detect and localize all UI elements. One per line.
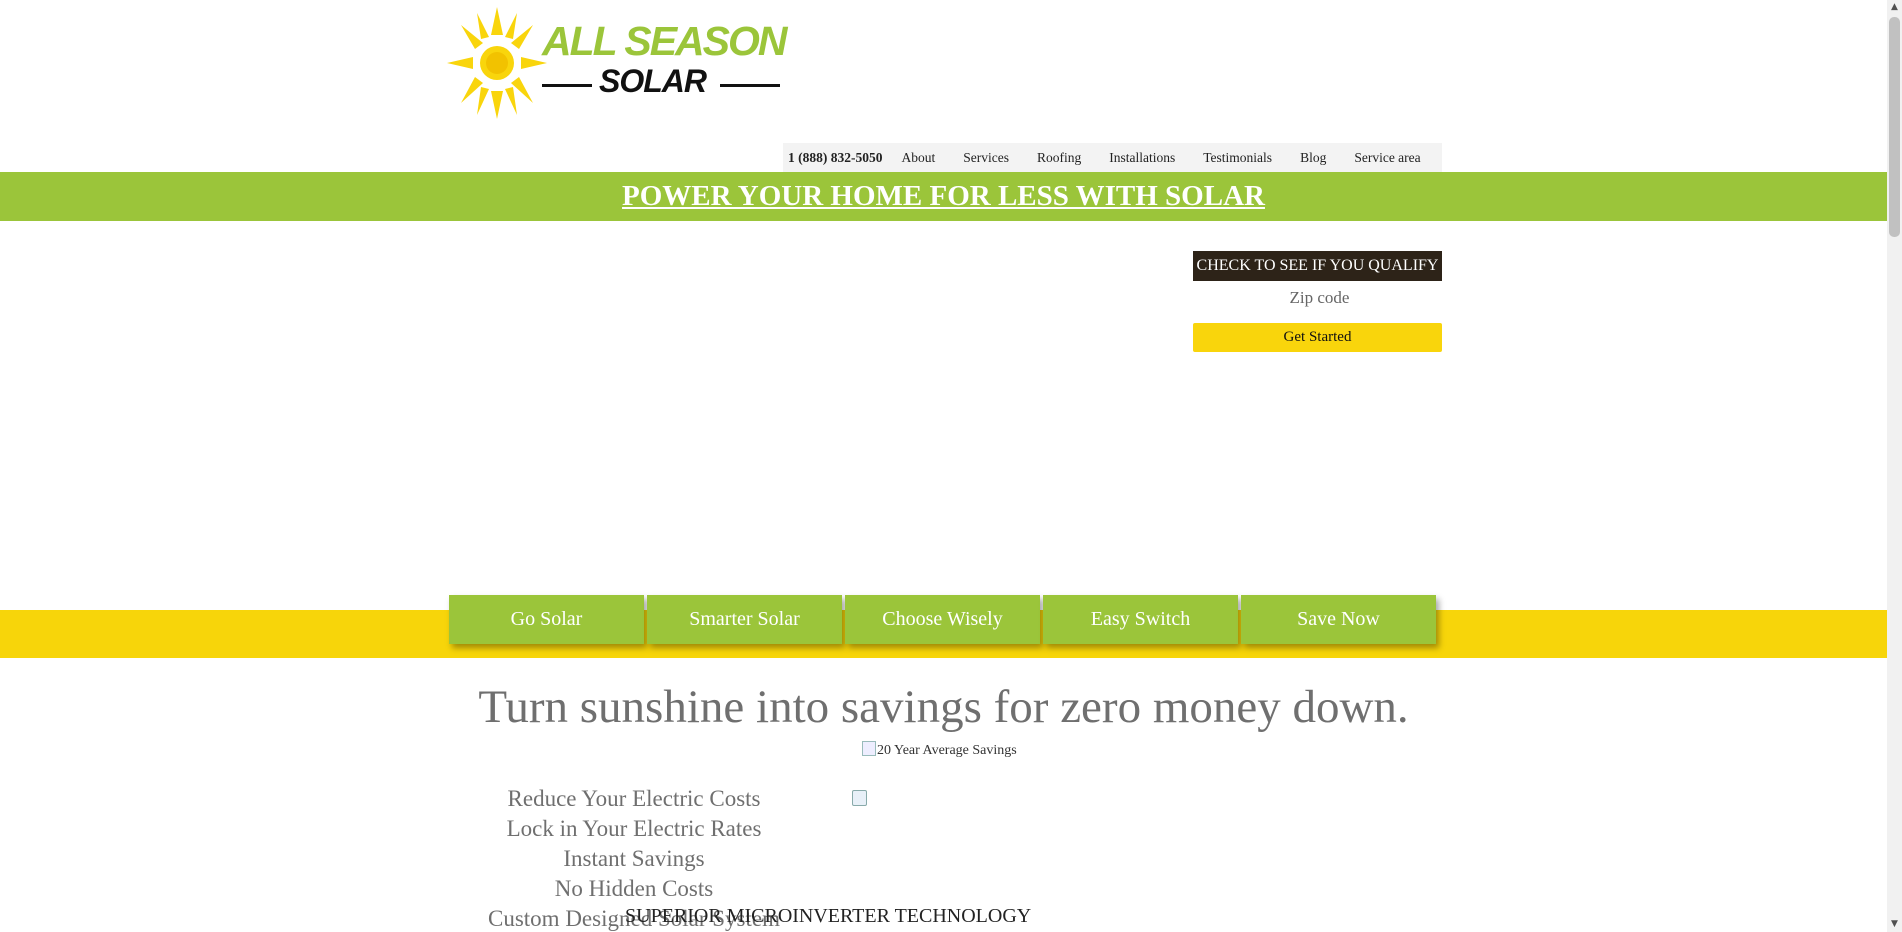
logo-text-solar: SOLAR (599, 63, 707, 99)
nav-item-about[interactable]: About (902, 150, 936, 166)
tab-choose-wisely[interactable]: Choose Wisely (845, 595, 1040, 644)
nav-item-services[interactable]: Services (963, 150, 1009, 166)
logo-divider-left (542, 84, 592, 87)
scroll-up-arrow-icon[interactable]: ▲ (1887, 0, 1902, 15)
nav-item-blog[interactable]: Blog (1300, 150, 1326, 166)
qualify-heading: CHECK TO SEE IF YOU QUALIFY (1193, 251, 1442, 281)
top-nav: 1 (888) 832-5050 About Services Roofing … (783, 143, 1442, 172)
tab-save-now[interactable]: Save Now (1241, 595, 1436, 644)
scrollbar-thumb[interactable] (1889, 17, 1900, 237)
broken-image-icon (852, 790, 867, 806)
get-started-button[interactable]: Get Started (1193, 323, 1442, 352)
average-savings-image: 20 Year Average Savings (862, 741, 1017, 759)
broken-image-icon (862, 741, 876, 756)
phone-number-link[interactable]: 1 (888) 832-5050 (788, 150, 883, 166)
nav-item-installations[interactable]: Installations (1109, 150, 1175, 166)
benefit-item: Instant Savings (563, 846, 705, 871)
nav-item-roofing[interactable]: Roofing (1037, 150, 1081, 166)
tab-go-solar[interactable]: Go Solar (449, 595, 644, 644)
benefit-item: Lock in Your Electric Rates (506, 816, 762, 841)
average-savings-alt-text: 20 Year Average Savings (877, 743, 1017, 758)
sun-logo-icon (447, 7, 547, 119)
vertical-scrollbar[interactable]: ▲ ▼ (1887, 0, 1902, 932)
scroll-down-arrow-icon[interactable]: ▼ (1887, 917, 1902, 932)
logo-text-all-season: ALL SEASON (542, 18, 787, 64)
benefit-item: No Hidden Costs (554, 876, 714, 901)
logo-divider-right (720, 84, 780, 87)
tab-smarter-solar[interactable]: Smarter Solar (647, 595, 842, 644)
site-logo[interactable]: ALL SEASON SOLAR (447, 5, 787, 125)
benefit-item: Reduce Your Electric Costs (507, 786, 761, 811)
microinverter-heading: SUPERIOR MICROINVERTER TECHNOLOGY (625, 905, 1032, 927)
nav-item-service-area[interactable]: Service area (1354, 150, 1420, 166)
nav-item-testimonials[interactable]: Testimonials (1203, 150, 1272, 166)
promo-banner: POWER YOUR HOME FOR LESS WITH SOLAR (0, 172, 1887, 221)
promo-banner-link[interactable]: POWER YOUR HOME FOR LESS WITH SOLAR (622, 180, 1265, 213)
tab-easy-switch[interactable]: Easy Switch (1043, 595, 1238, 644)
feature-tabs: Go Solar Smarter Solar Choose Wisely Eas… (449, 595, 1439, 644)
page: ALL SEASON SOLAR 1 (888) 832-5050 About … (0, 0, 1887, 932)
zip-code-input[interactable] (1193, 285, 1446, 311)
page-headline: Turn sunshine into savings for zero mone… (478, 681, 1409, 733)
